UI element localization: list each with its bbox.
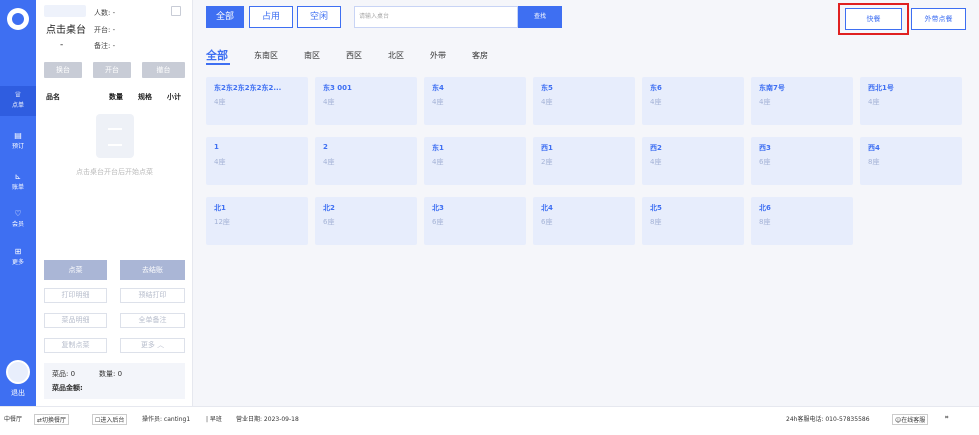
edit-icon[interactable] bbox=[171, 6, 181, 16]
order-summary: 菜品: 0 数量: 0 菜品金额: bbox=[44, 363, 185, 399]
filter-occupied[interactable]: 占用 bbox=[249, 6, 293, 28]
scan-icon[interactable]: ⌗ bbox=[945, 414, 948, 422]
search-button[interactable]: 查找 bbox=[518, 6, 562, 28]
table-seat: - bbox=[60, 40, 64, 50]
dish-count: 菜品: 0 bbox=[52, 370, 76, 378]
nav-rail: ♕ 点单 ▤ 预订 ⊾ 账单 ♡ 会员 ⊞ 更多 退出 bbox=[0, 0, 36, 406]
rail-item-label: 账单 bbox=[11, 184, 24, 191]
area-tab-all[interactable]: 全部 bbox=[206, 47, 228, 63]
table-card[interactable]: 东6 4座 bbox=[642, 77, 744, 125]
area-tab-takeout[interactable]: 外带 bbox=[430, 50, 446, 61]
crown-icon: ♕ bbox=[14, 90, 22, 99]
table-card[interactable]: 西北1号 4座 bbox=[860, 77, 962, 125]
avatar[interactable] bbox=[6, 360, 30, 384]
more-icon: ⊞ bbox=[14, 247, 22, 256]
empty-list-icon bbox=[96, 114, 134, 158]
app-logo-icon bbox=[7, 8, 29, 30]
quick-meal-button[interactable]: 快餐 bbox=[845, 8, 902, 30]
table-card[interactable]: 西3 6座 bbox=[751, 137, 853, 185]
search-input[interactable]: 请输入桌台 bbox=[354, 6, 518, 28]
checkout-button[interactable]: 去结账 bbox=[120, 260, 185, 280]
remark: 备注: - bbox=[94, 42, 116, 50]
cancel-table-button[interactable]: 撤台 bbox=[142, 62, 185, 78]
rail-item-label: 更多 bbox=[11, 259, 24, 266]
table-card[interactable]: 西1 2座 bbox=[533, 137, 635, 185]
table-card[interactable]: 东5 4座 bbox=[533, 77, 635, 125]
restaurant-name: 中餐厅 bbox=[4, 416, 23, 423]
empty-hint: 点击桌台开台后开始点菜 bbox=[76, 168, 153, 176]
table-card[interactable]: 北1 12座 bbox=[206, 197, 308, 245]
status-bar: 中餐厅 ⇄切换餐厅 ☐进入后台 操作员: canting1 | 早班 营业日期:… bbox=[0, 406, 979, 435]
table-card[interactable]: 西4 8座 bbox=[860, 137, 962, 185]
qty-count: 数量: 0 bbox=[99, 370, 123, 378]
area-tab-room[interactable]: 客房 bbox=[472, 50, 488, 61]
col-name: 品名 bbox=[46, 93, 60, 101]
reserve-icon: ▤ bbox=[14, 131, 22, 140]
table-card[interactable]: 北5 8座 bbox=[642, 197, 744, 245]
table-card[interactable]: 北6 8座 bbox=[751, 197, 853, 245]
chart-icon: ⊾ bbox=[14, 172, 22, 181]
rail-item-bill[interactable]: ⊾ 账单 bbox=[0, 168, 36, 198]
table-card[interactable]: 东南7号 4座 bbox=[751, 77, 853, 125]
copy-order-button[interactable]: 复制点菜 bbox=[44, 338, 107, 353]
rail-item-label: 点单 bbox=[11, 102, 24, 109]
filter-all[interactable]: 全部 bbox=[206, 6, 244, 28]
table-card[interactable]: 1 4座 bbox=[206, 137, 308, 185]
order-dish-button[interactable]: 点菜 bbox=[44, 260, 107, 280]
takeout-order-button[interactable]: 外带点餐 bbox=[911, 8, 966, 30]
filter-free[interactable]: 空闲 bbox=[297, 6, 341, 28]
rail-item-label: 会员 bbox=[11, 221, 24, 228]
table-card[interactable]: 东2东2东2东2东2... 4座 bbox=[206, 77, 308, 125]
rail-item-label: 预订 bbox=[11, 143, 24, 150]
table-card[interactable]: 东3 001 4座 bbox=[315, 77, 417, 125]
logout-button[interactable]: 退出 bbox=[0, 388, 36, 398]
table-card[interactable]: 2 4座 bbox=[315, 137, 417, 185]
backend-button[interactable]: ☐进入后台 bbox=[92, 414, 128, 425]
online-service-button[interactable]: ☺在线客服 bbox=[892, 414, 929, 425]
table-card[interactable]: 东1 4座 bbox=[424, 137, 526, 185]
area-tab-southeast[interactable]: 东南区 bbox=[254, 50, 278, 61]
table-card[interactable]: 西2 4座 bbox=[642, 137, 744, 185]
shift: | 早班 bbox=[206, 416, 222, 423]
dish-detail-button[interactable]: 菜品明细 bbox=[44, 313, 107, 328]
more-button[interactable]: 更多 ︿ bbox=[120, 338, 185, 353]
rail-item-reserve[interactable]: ▤ 预订 bbox=[0, 127, 36, 157]
col-qty: 数量 bbox=[109, 93, 123, 101]
all-remark-button[interactable]: 全单备注 bbox=[120, 313, 185, 328]
rail-item-more[interactable]: ⊞ 更多 bbox=[0, 243, 36, 273]
people-count: 人数: - bbox=[94, 9, 116, 17]
area-tab-south[interactable]: 南区 bbox=[304, 50, 320, 61]
member-icon: ♡ bbox=[14, 209, 22, 218]
open-table-button[interactable]: 开台 bbox=[93, 62, 131, 78]
hotline: 24h客服电话: 010-57835586 bbox=[786, 416, 870, 423]
table-card[interactable]: 东4 4座 bbox=[424, 77, 526, 125]
rail-item-order[interactable]: ♕ 点单 bbox=[0, 86, 36, 116]
operator: 操作员: canting1 bbox=[142, 416, 191, 423]
switch-restaurant-button[interactable]: ⇄切换餐厅 bbox=[34, 414, 70, 425]
table-card[interactable]: 北2 6座 bbox=[315, 197, 417, 245]
area-tab-underline bbox=[206, 63, 230, 65]
area-tab-north[interactable]: 北区 bbox=[388, 50, 404, 61]
area-tab-west[interactable]: 西区 bbox=[346, 50, 362, 61]
table-name-placeholder bbox=[44, 5, 86, 17]
rail-item-member[interactable]: ♡ 会员 bbox=[0, 205, 36, 235]
col-spec: 规格 bbox=[138, 93, 152, 101]
change-table-button[interactable]: 换台 bbox=[44, 62, 82, 78]
table-title[interactable]: 点击桌台 bbox=[46, 21, 86, 36]
print-detail-button[interactable]: 打印明细 bbox=[44, 288, 107, 303]
dish-amount: 菜品金额: bbox=[52, 384, 83, 392]
order-panel: 点击桌台 - 人数: - 开台: - 备注: - 换台 开台 撤台 品名 数量 … bbox=[36, 0, 193, 406]
pre-print-button[interactable]: 预结打印 bbox=[120, 288, 185, 303]
business-date: 营业日期: 2023-09-18 bbox=[236, 416, 299, 423]
col-subtotal: 小计 bbox=[167, 93, 181, 101]
open-time: 开台: - bbox=[94, 26, 116, 34]
table-card[interactable]: 北4 6座 bbox=[533, 197, 635, 245]
table-card[interactable]: 北3 6座 bbox=[424, 197, 526, 245]
